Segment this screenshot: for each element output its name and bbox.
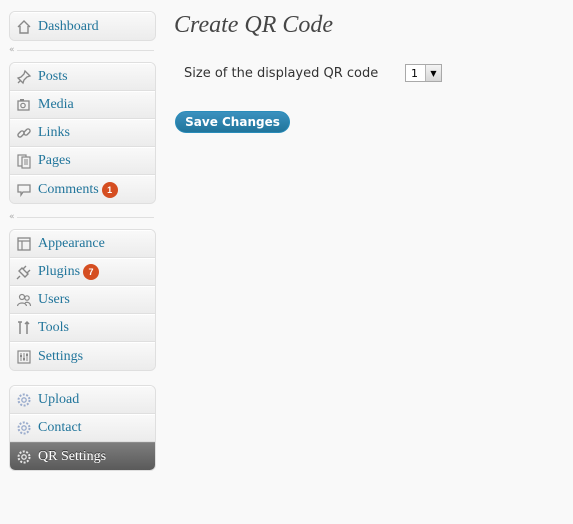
sidebar-item-links[interactable]: Links (10, 119, 155, 147)
qr-size-label: Size of the displayed QR code (184, 65, 379, 81)
pages-icon (16, 153, 32, 169)
pushpin-icon (16, 69, 32, 85)
sidebar-item-label: Contact (38, 420, 82, 435)
plug-icon (16, 264, 32, 280)
menu-group-content: Posts Media Links Pages Comments 1 (9, 62, 156, 204)
sidebar-item-label: Tools (38, 320, 69, 335)
sidebar-item-label: Media (38, 97, 74, 112)
sidebar-item-label: Pages (38, 153, 71, 168)
page-title: Create QR Code (174, 12, 334, 38)
tools-icon (16, 320, 32, 336)
sidebar-item-label: Users (38, 292, 70, 307)
comments-count-badge: 1 (101, 181, 118, 198)
sidebar-item-label: QR Settings (38, 448, 107, 464)
media-icon (16, 97, 32, 113)
menu-group-dashboard: Dashboard (9, 11, 156, 41)
chain-link-icon (16, 125, 32, 141)
save-changes-button[interactable]: Save Changes (175, 111, 290, 133)
sidebar-item-label: Links (38, 125, 70, 140)
sidebar-item-tools[interactable]: Tools (10, 314, 155, 342)
sidebar-item-plugins[interactable]: Plugins 7 (10, 258, 155, 286)
sidebar-item-posts[interactable]: Posts (10, 63, 155, 91)
sidebar-item-comments[interactable]: Comments 1 (10, 175, 155, 203)
menu-separator[interactable]: « (9, 45, 154, 55)
menu-group-admin: Appearance Plugins 7 Users Tools Setting… (9, 229, 156, 371)
menu-separator[interactable]: « (9, 212, 154, 222)
sidebar-item-media[interactable]: Media (10, 91, 155, 119)
sidebar-item-settings[interactable]: Settings (10, 342, 155, 370)
speech-bubble-icon (16, 182, 32, 198)
sidebar-item-dashboard[interactable]: Dashboard (10, 12, 155, 40)
menu-group-plugins-custom: Upload Contact QR Settings (9, 385, 156, 471)
sidebar-item-pages[interactable]: Pages (10, 147, 155, 175)
appearance-icon (16, 236, 32, 252)
users-icon (16, 292, 32, 308)
sidebar-item-label: Comments (38, 181, 99, 197)
sidebar-item-label: Appearance (38, 236, 105, 251)
sidebar-item-users[interactable]: Users (10, 286, 155, 314)
sidebar-item-appearance[interactable]: Appearance (10, 230, 155, 258)
sidebar-item-label: Settings (38, 348, 84, 364)
plugins-count-badge: 7 (83, 264, 100, 280)
dashboard-icon (16, 19, 32, 35)
chevron-down-icon[interactable]: ▼ (425, 65, 441, 81)
sidebar-item-contact[interactable]: Contact (10, 414, 155, 442)
gear-icon (16, 392, 32, 408)
sidebar-item-label: Posts (38, 69, 68, 84)
sidebar-item-upload[interactable]: Upload (10, 386, 155, 414)
sidebar-item-label: Dashboard (38, 18, 99, 34)
sidebar-item-label: Upload (38, 392, 80, 407)
sidebar-item-label: Plugins (38, 264, 81, 279)
collapse-arrow-icon[interactable]: « (9, 212, 15, 222)
qr-size-value: 1 (411, 66, 418, 80)
gear-icon (16, 420, 32, 436)
qr-size-select[interactable]: 1 ▼ (405, 64, 442, 82)
collapse-arrow-icon[interactable]: « (9, 45, 15, 55)
gear-icon (16, 449, 32, 465)
settings-icon (16, 349, 32, 365)
qr-size-row: Size of the displayed QR code 1 ▼ (184, 64, 442, 82)
sidebar-item-qr-settings[interactable]: QR Settings (10, 442, 155, 470)
